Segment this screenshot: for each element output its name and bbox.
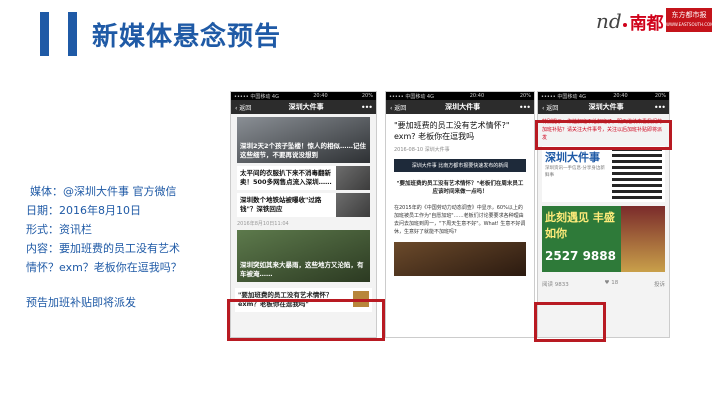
media-line: 媒体：@深圳大件事 官方微信 <box>30 185 177 198</box>
highlight-box-list-item <box>227 299 385 341</box>
back-button[interactable]: ‹ 返回 <box>542 103 558 112</box>
note-line: 预告加班补贴即将派发 <box>26 296 136 309</box>
logo-dot <box>622 23 627 27</box>
nav-title: 深圳大件事 <box>288 103 324 111</box>
logo-nd-mark: nd <box>596 9 622 33</box>
article-banner: 深圳大件事 比南方都市报要快速发布的新闻 <box>394 159 526 172</box>
report-link[interactable]: 投诉 <box>654 280 665 288</box>
like-button[interactable]: ♥ 18 <box>605 280 619 288</box>
date-separator: 2016年8月10日11:04 <box>237 221 289 227</box>
nav-bar: ‹ 返回 深圳大件事 ••• <box>231 100 376 114</box>
status-bar: ••••• 中国移动 4G 20:40 20% <box>231 92 376 100</box>
status-bar: ••••• 中国移动 4G 20:40 20% <box>386 92 534 100</box>
article-text: 在2015年的《中国劳动力动态调查》中显示，60%以上的加班被员工作为"自愿加班… <box>394 205 526 235</box>
date-line: 日期：2016年8月10日 <box>26 204 141 217</box>
article-meta: 2016-08-10 深圳大件事 <box>394 147 450 153</box>
article-stats: 阅读 9833 ♥ 18 投诉 <box>542 280 665 288</box>
slide-title: 新媒体悬念预告 <box>92 22 282 52</box>
qr-ad[interactable]: 深圳大件事 深圳资讯一手信息·分享身边新鲜事 <box>542 146 665 202</box>
article-card[interactable]: 深圳2天2个孩子坠楼！惊人的相似……记住这些细节，不要再说没想到 <box>237 117 370 163</box>
highlight-box-notice <box>535 120 672 150</box>
content-line-2: 情怀？exm？老板你在逗我吗？ <box>26 261 182 274</box>
qr-code <box>612 149 662 199</box>
more-icon[interactable]: ••• <box>519 103 531 112</box>
ad-brand: 深圳大件事 <box>545 151 600 164</box>
more-icon[interactable]: ••• <box>361 103 373 112</box>
back-button[interactable]: ‹ 返回 <box>235 103 251 112</box>
partner-logo-badge: 东方都市报 WWW.EASTSOUTH.COM <box>666 8 714 32</box>
more-icon[interactable]: ••• <box>654 103 666 112</box>
ad-phone: 2527 9888 <box>545 249 616 263</box>
article-body: "要加班费的员工没有艺术情怀?" exm? 老板你在逗我吗 2016-08-10… <box>386 114 534 337</box>
list-item[interactable]: 深圳数个地铁站被曝收"过路钱"？深铁回应 <box>237 193 370 217</box>
article-image <box>394 242 526 276</box>
title-accent-bar-right <box>68 12 77 56</box>
nav-bar: ‹ 返回 深圳大件事 ••• <box>538 100 669 114</box>
thumbnail <box>336 193 370 217</box>
read-count: 阅读 9833 <box>542 282 569 288</box>
ad-headline: 此刻遇见 丰盛如你 <box>545 211 615 240</box>
nav-bar: ‹ 返回 深圳大件事 ••• <box>386 100 534 114</box>
form-line: 形式：资讯栏 <box>26 223 92 236</box>
article-card[interactable]: 深圳突如其来大暴雨，这些地方又沦陷，有车被淹…… <box>237 230 370 282</box>
real-estate-ad[interactable]: 此刻遇见 丰盛如你 2527 9888 <box>542 206 665 272</box>
list-item[interactable]: 太平间的衣服扒下来不消毒翻新卖！500多网售点流入深圳…… <box>237 166 370 190</box>
ad-tagline: 深圳资讯一手信息·分享身边新鲜事 <box>545 166 605 178</box>
thumbnail <box>336 166 370 190</box>
ad-image <box>621 206 665 272</box>
campaign-info: 媒体：@深圳大件事 官方微信 日期：2016年8月10日 形式：资讯栏 内容：要… <box>26 182 226 312</box>
nandu-logo: nd 南都 <box>596 9 664 34</box>
status-bar: ••••• 中国移动 4G 20:40 20% <box>538 92 669 100</box>
article-title: "要加班费的员工没有艺术情怀?" exm? 老板你在逗我吗 <box>394 121 510 141</box>
article-quote: "要加班费的员工没有艺术情怀？"老板们在周末员工应该时间来做一点吗！ <box>396 181 524 195</box>
phone-screenshot-article: ••••• 中国移动 4G 20:40 20% ‹ 返回 深圳大件事 ••• "… <box>385 91 535 338</box>
content-line-1: 内容：要加班费的员工没有艺术 <box>26 242 180 255</box>
logo-name: 南都 <box>629 13 664 34</box>
nav-title: 深圳大件事 <box>588 103 624 111</box>
highlight-box-stats <box>534 302 606 342</box>
nav-title: 深圳大件事 <box>445 103 481 111</box>
back-button[interactable]: ‹ 返回 <box>390 103 406 112</box>
title-accent-bar-left <box>40 12 49 56</box>
